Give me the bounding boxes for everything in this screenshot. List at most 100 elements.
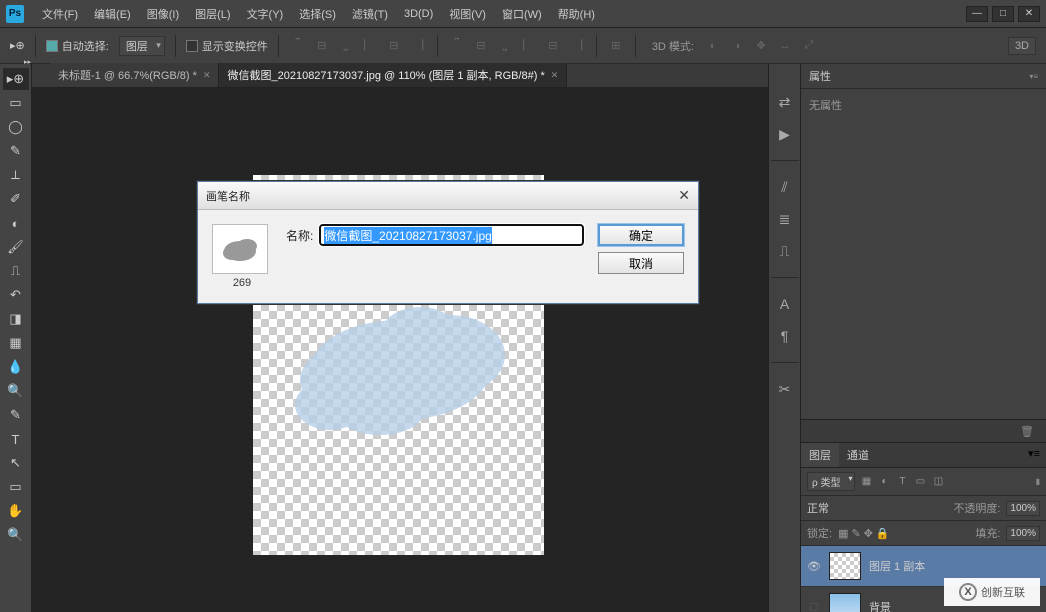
lock-pixels-icon[interactable]: ✎ <box>851 527 860 540</box>
character-icon[interactable]: A <box>771 292 799 316</box>
play-icon[interactable]: ▶ <box>771 122 799 146</box>
lock-all-icon[interactable]: 🔒 <box>876 527 890 540</box>
tab-1[interactable]: 微信截图_20210827173037.jpg @ 110% (图层 1 副本,… <box>219 63 567 87</box>
roll-icon[interactable]: ◑ <box>728 37 746 55</box>
properties-panel-header[interactable]: 属性▾≡ <box>801 64 1046 89</box>
panels-column: 属性▾≡ 无属性 🗑 图层 通道 ▾≡ ρ 类型 ▦ ◐ T ▭ ◫ ▮ 正常 … <box>800 64 1046 612</box>
fill-label: 填充: <box>975 525 1000 541</box>
history-icon[interactable]: ⇄ <box>771 90 799 114</box>
cancel-button[interactable]: 取消 <box>598 252 684 274</box>
menu-type[interactable]: 文字(Y) <box>239 6 292 22</box>
clone-stamp-tool[interactable]: ⎍ <box>3 260 29 282</box>
align-vcenter-icon[interactable]: ⊟ <box>313 37 331 55</box>
align-bottom-icon[interactable]: ⎵ <box>337 37 355 55</box>
tab-layers[interactable]: 图层 <box>801 443 839 467</box>
blend-mode-dropdown[interactable]: 正常 <box>807 500 867 516</box>
trash-icon[interactable]: 🗑 <box>1020 425 1034 438</box>
brush-preset-icon[interactable]: ≣ <box>771 207 799 231</box>
menu-window[interactable]: 窗口(W) <box>494 6 550 22</box>
auto-select-dropdown[interactable]: 图层 <box>119 36 165 56</box>
opacity-field[interactable]: 100% <box>1006 501 1040 516</box>
eraser-tool[interactable]: ◨ <box>3 308 29 330</box>
layer-kind-dropdown[interactable]: ρ 类型 <box>807 472 855 491</box>
dist-bottom-icon[interactable]: ⎵ <box>496 37 514 55</box>
quick-select-tool[interactable]: ✎ <box>3 140 29 162</box>
tab-close-icon[interactable]: ✕ <box>551 70 559 81</box>
fill-field[interactable]: 100% <box>1006 526 1040 541</box>
pan-icon[interactable]: ✥ <box>752 37 770 55</box>
align-left-icon[interactable]: ⎸ <box>361 37 379 55</box>
dist-right-icon[interactable]: ⎹ <box>568 37 586 55</box>
menu-file[interactable]: 文件(F) <box>34 6 86 22</box>
menu-view[interactable]: 视图(V) <box>441 6 494 22</box>
lock-position-icon[interactable]: ✥ <box>864 527 873 540</box>
menu-help[interactable]: 帮助(H) <box>550 6 603 22</box>
eyedropper-tool[interactable]: ✐ <box>3 188 29 210</box>
auto-align-icon[interactable]: ⊞ <box>607 37 625 55</box>
brushes-icon[interactable]: ⫽ <box>771 175 799 199</box>
filter-pixel-icon[interactable]: ▦ <box>859 475 873 489</box>
tab-0[interactable]: 未标题-1 @ 66.7%(RGB/8) *✕ <box>50 63 219 87</box>
align-right-icon[interactable]: ⎹ <box>409 37 427 55</box>
minimize-button[interactable]: — <box>966 6 988 22</box>
filter-shape-icon[interactable]: ▭ <box>913 475 927 489</box>
gradient-tool[interactable]: ▦ <box>3 332 29 354</box>
marquee-tool[interactable]: ▭ <box>3 92 29 114</box>
filter-smart-icon[interactable]: ◫ <box>931 475 945 489</box>
crop-tool[interactable]: ⟂ <box>3 164 29 186</box>
path-select-tool[interactable]: ↖ <box>3 452 29 474</box>
dist-top-icon[interactable]: ⎴ <box>448 37 466 55</box>
panel-menu-icon[interactable]: ▾≡ <box>1022 443 1046 467</box>
dist-left-icon[interactable]: ⎸ <box>520 37 538 55</box>
rectangle-tool[interactable]: ▭ <box>3 476 29 498</box>
ok-button[interactable]: 确定 <box>598 224 684 246</box>
visibility-icon[interactable]: 👁 <box>807 560 821 573</box>
align-hcenter-icon[interactable]: ⊟ <box>385 37 403 55</box>
slide-icon[interactable]: ↔ <box>776 37 794 55</box>
healing-brush-tool[interactable]: ◐ <box>3 212 29 234</box>
close-button[interactable]: ✕ <box>1018 6 1040 22</box>
dialog-titlebar[interactable]: 画笔名称 ✕ <box>198 182 698 210</box>
menu-3d[interactable]: 3D(D) <box>396 8 441 20</box>
panel-menu-icon[interactable]: ▾≡ <box>1029 72 1038 81</box>
clone-src-icon[interactable]: ⎍ <box>771 239 799 263</box>
dialog-close-icon[interactable]: ✕ <box>678 187 690 204</box>
menu-image[interactable]: 图像(I) <box>139 6 187 22</box>
type-tool[interactable]: T <box>3 428 29 450</box>
menu-select[interactable]: 选择(S) <box>291 6 344 22</box>
filter-toggle-icon[interactable]: ▮ <box>1036 477 1040 486</box>
hand-tool[interactable]: ✋ <box>3 500 29 522</box>
lasso-tool[interactable]: ◯ <box>3 116 29 138</box>
tab-close-icon[interactable]: ✕ <box>203 70 211 81</box>
blur-tool[interactable]: 💧 <box>3 356 29 378</box>
tab-channels[interactable]: 通道 <box>839 443 877 467</box>
brush-name-input[interactable] <box>319 224 584 246</box>
menu-layer[interactable]: 图层(L) <box>187 6 238 22</box>
paragraph-icon[interactable]: ¶ <box>771 324 799 348</box>
move-tool[interactable]: ▸⊕ <box>3 68 29 90</box>
dist-hcenter-icon[interactable]: ⊟ <box>544 37 562 55</box>
orbit-icon[interactable]: ◐ <box>704 37 722 55</box>
show-transform-checkbox[interactable]: 显示变换控件 <box>186 38 268 54</box>
maximize-button[interactable]: □ <box>992 6 1014 22</box>
menu-edit[interactable]: 编辑(E) <box>86 6 139 22</box>
filter-type-icon[interactable]: T <box>895 475 909 489</box>
history-brush-tool[interactable]: ↶ <box>3 284 29 306</box>
lock-transparent-icon[interactable]: ▦ <box>838 527 848 540</box>
layer-thumb[interactable] <box>829 593 861 612</box>
visibility-icon[interactable]: ☐ <box>807 601 821 612</box>
auto-select-checkbox[interactable]: 自动选择: <box>46 38 109 54</box>
dodge-tool[interactable]: 🔍 <box>3 380 29 402</box>
3d-button[interactable]: 3D <box>1008 37 1036 55</box>
pen-tool[interactable]: ✎ <box>3 404 29 426</box>
zoom-tool[interactable]: 🔍 <box>3 524 29 546</box>
filter-adjust-icon[interactable]: ◐ <box>877 475 891 489</box>
brush-tool[interactable]: 🖌 <box>3 236 29 258</box>
menu-filter[interactable]: 滤镜(T) <box>344 6 396 22</box>
align-top-icon[interactable]: ⎴ <box>289 37 307 55</box>
layer-thumb[interactable] <box>829 552 861 580</box>
zoom-icon[interactable]: ⤢ <box>800 37 818 55</box>
dist-vcenter-icon[interactable]: ⊟ <box>472 37 490 55</box>
tools-preset-icon[interactable]: ✂ <box>771 377 799 401</box>
toolbar-expand-icon[interactable]: ▸▸ <box>24 58 31 66</box>
